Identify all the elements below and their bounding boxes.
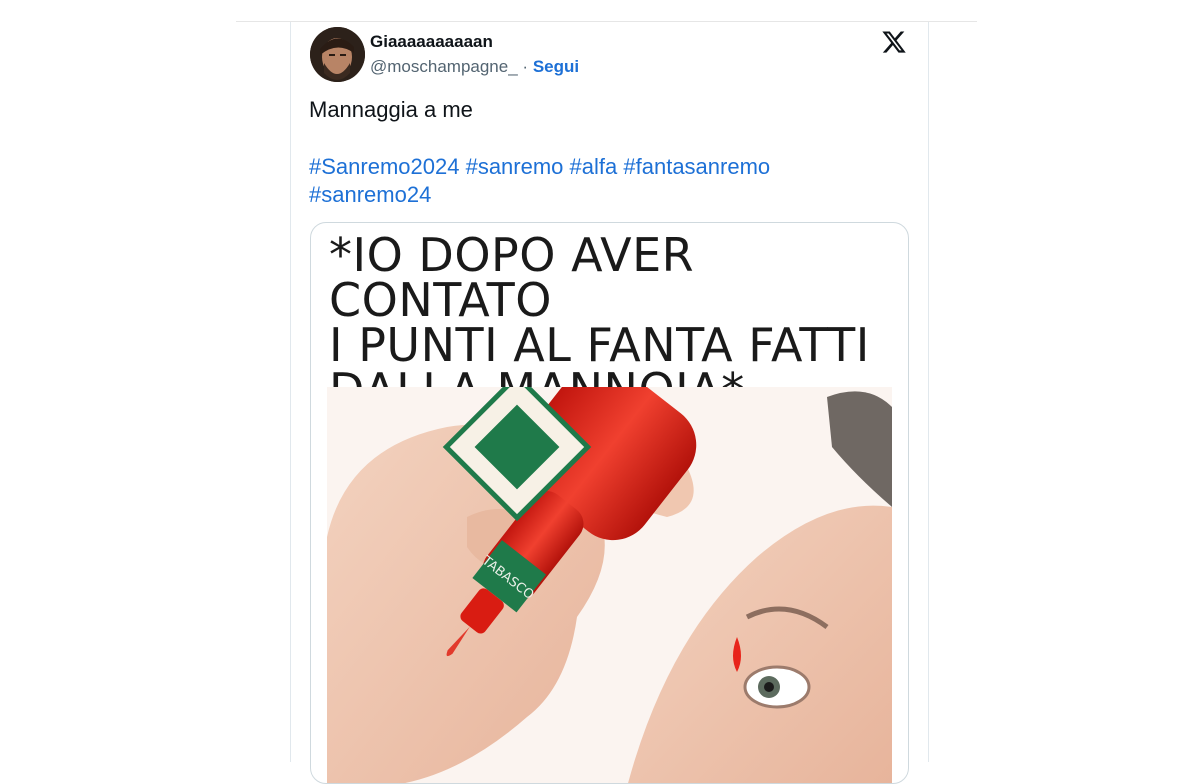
avatar[interactable] (310, 27, 365, 82)
x-logo-icon[interactable] (881, 29, 907, 55)
hashtag-link[interactable]: #sanremo (466, 154, 564, 179)
hashtag-list: #Sanremo2024 #sanremo #alfa #fantasanrem… (309, 153, 829, 209)
avatar-image (310, 27, 365, 82)
tweet-text: Mannaggia a me (309, 97, 473, 122)
display-name[interactable]: Giaaaaaaaaaan (370, 32, 493, 52)
meme-caption: *IO DOPO AVER CONTATO I PUNTI AL FANTA F… (329, 228, 889, 413)
hashtag-link[interactable]: #fantasanremo (623, 154, 770, 179)
user-handle[interactable]: @moschampagne_ (370, 57, 518, 76)
follow-button[interactable]: Segui (533, 57, 579, 76)
meme-caption-line: *IO DOPO AVER CONTATO (329, 228, 695, 327)
meme-caption-line: I PUNTI AL FANTA FATTI (329, 318, 870, 372)
hashtag-link[interactable]: #sanremo24 (309, 182, 431, 207)
handle-row: @moschampagne_ · Segui (370, 57, 579, 77)
embedded-tweet-card: Giaaaaaaaaaan @moschampagne_ · Segui Man… (290, 22, 929, 784)
tweet-media[interactable]: *IO DOPO AVER CONTATO I PUNTI AL FANTA F… (310, 222, 909, 784)
separator-dot: · (522, 57, 529, 76)
meme-photo: TABASCO (327, 387, 892, 783)
hashtag-link[interactable]: #Sanremo2024 (309, 154, 459, 179)
hashtag-link[interactable]: #alfa (570, 154, 618, 179)
